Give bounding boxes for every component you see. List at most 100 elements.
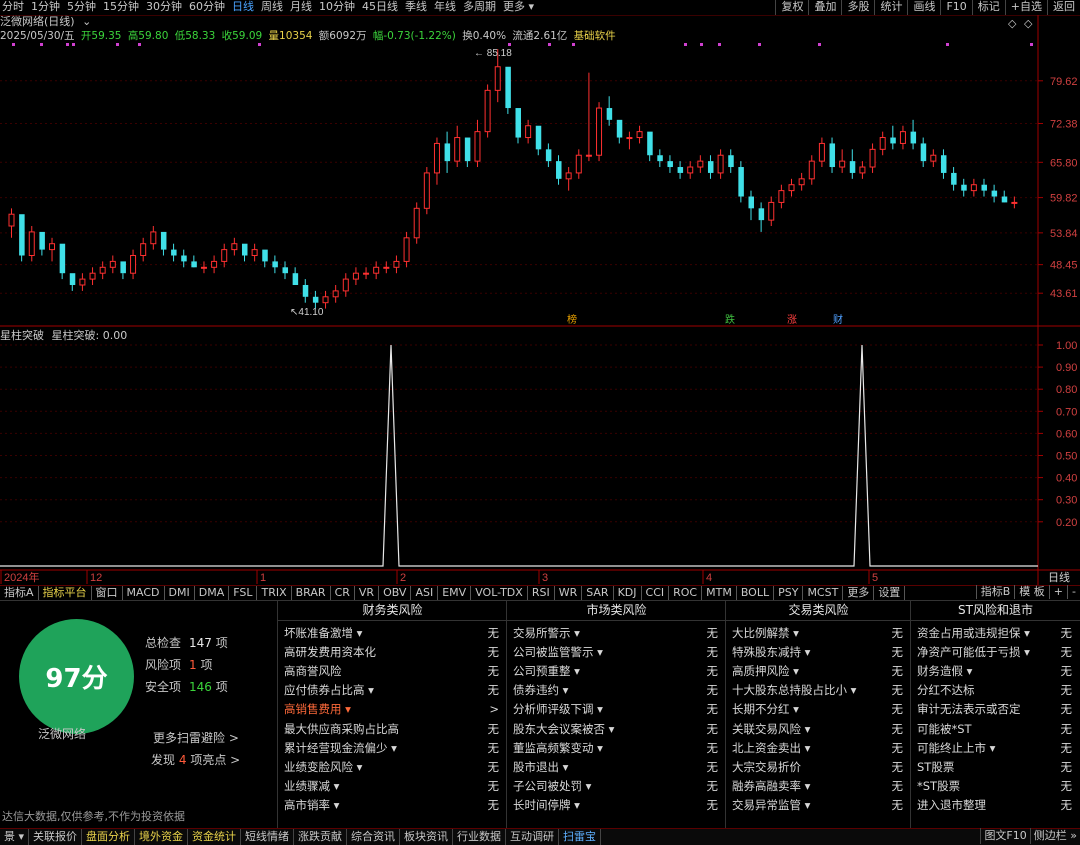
risk-item[interactable]: 业绩变脸风险 ▾ 无 (278, 757, 507, 776)
risk-item[interactable]: 公司被监管警示 ▾ 无 (507, 642, 726, 661)
indicator-tab[interactable]: WR (555, 586, 583, 600)
bottom-tab[interactable]: 境外资金 (135, 829, 189, 845)
bottom-tab[interactable]: 景 ▾ (0, 829, 30, 845)
risk-item[interactable]: 长时间停牌 ▾ 无 (507, 796, 726, 815)
risk-item[interactable]: 可能被*ST 无 (911, 719, 1080, 738)
risk-item[interactable]: 十大股东总持股占比小 ▾ 无 (726, 681, 911, 700)
indicator-tab[interactable]: ASI (411, 586, 439, 600)
indicator-tab[interactable]: MCST (803, 586, 844, 600)
risk-item[interactable]: 股东大会议案被否 ▾ 无 (507, 719, 726, 738)
indicator-tab[interactable]: ROC (669, 586, 703, 600)
risk-item[interactable]: 可能终止上市 ▾ 无 (911, 738, 1080, 757)
indicator-tab[interactable]: TRIX (257, 586, 292, 600)
indicator-tab[interactable]: VOL-TDX (471, 586, 528, 600)
risk-item-value: 无 (487, 625, 500, 640)
quote-high: 高59.80 (127, 30, 169, 42)
indicator-tab[interactable]: KDJ (614, 586, 642, 600)
indicator-y-tick: 1.00 (1056, 340, 1077, 352)
indicator-tab[interactable]: BRAR (292, 586, 331, 600)
risk-item[interactable]: 高质押风险 ▾ 无 (726, 661, 911, 680)
risk-item[interactable]: 累计经营现金流偏少 ▾ 无 (278, 738, 507, 757)
indicator-tab[interactable]: OBV (379, 586, 412, 600)
risk-item[interactable]: 关联交易风险 ▾ 无 (726, 719, 911, 738)
candle-body (728, 155, 734, 168)
highlights-link[interactable]: 发现 4 项亮点 > (151, 751, 240, 768)
risk-item[interactable]: 北上资金卖出 ▾ 无 (726, 738, 911, 757)
bottom-tab[interactable]: 资金统计 (188, 829, 242, 845)
indicator-tab[interactable]: 指标A (0, 586, 39, 600)
indicator-tab[interactable]: 指标平台 (39, 586, 92, 600)
risk-item[interactable]: 融券高融卖率 ▾ 无 (726, 777, 911, 796)
indicator-tab[interactable]: 窗口 (92, 586, 123, 600)
bottom-tab[interactable]: 综合资讯 (347, 829, 401, 845)
bottom-tab[interactable]: 行业数据 (453, 829, 507, 845)
bottom-tab[interactable]: 关联报价 (29, 829, 83, 845)
indicator-tab[interactable]: 设置 (874, 586, 906, 600)
risk-item[interactable]: 董监高频繁变动 ▾ 无 (507, 738, 726, 757)
indicator-tab[interactable]: DMA (195, 586, 230, 600)
bottom-tab[interactable]: 短线情绪 (241, 829, 295, 845)
risk-item[interactable]: 最大供应商采购占比高 无 (278, 719, 507, 738)
risk-item[interactable]: 股市退出 ▾ 无 (507, 757, 726, 776)
risk-item[interactable]: 债券违约 ▾ 无 (507, 681, 726, 700)
risk-item[interactable]: 特殊股东减持 ▾ 无 (726, 642, 911, 661)
quote-sector[interactable]: 基础软件 (574, 30, 616, 42)
risk-item[interactable]: 资金占用或违规担保 ▾ 无 (911, 623, 1080, 642)
risk-item[interactable]: *ST股票 无 (911, 777, 1080, 796)
candle-body (433, 142, 440, 174)
bottom-tab[interactable]: 扫雷宝 (559, 829, 602, 845)
risk-item[interactable]: 高研发费用资本化 无 (278, 642, 507, 661)
indicator-tab[interactable]: 更多 (843, 586, 875, 600)
indicator-tab[interactable]: CCI (642, 586, 670, 600)
risk-item[interactable]: 子公司被处罚 ▾ 无 (507, 777, 726, 796)
risk-item[interactable]: 交易异常监管 ▾ 无 (726, 796, 911, 815)
indicator-tab[interactable]: VR (355, 586, 380, 600)
bottom-tab[interactable]: 板块资讯 (400, 829, 454, 845)
bottom-right-button[interactable]: 图文F10 (980, 828, 1029, 844)
indicator-tab[interactable]: MACD (123, 586, 165, 600)
risk-item[interactable]: 审计无法表示或否定 无 (911, 700, 1080, 719)
bottom-tab[interactable]: 互动调研 (506, 829, 560, 845)
risk-item[interactable]: 高商誉风险 无 (278, 661, 507, 680)
indicator-tab[interactable]: SAR (582, 586, 614, 600)
risk-item[interactable]: 公司预重整 ▾ 无 (507, 661, 726, 680)
risk-item[interactable]: 净资产可能低于亏损 ▾ 无 (911, 642, 1080, 661)
indicator-tabs-right: 指标B 模 板 + - (975, 585, 1080, 599)
risk-item[interactable]: 应付债券占比高 ▾ 无 (278, 681, 507, 700)
risk-item[interactable]: 进入退市整理 无 (911, 796, 1080, 815)
indicator-tab[interactable]: FSL (229, 586, 258, 600)
candle-body (778, 190, 785, 203)
risk-item[interactable]: 长期不分红 ▾ 无 (726, 700, 911, 719)
kline-chart[interactable]: 79.62 72.38 65.80 59.82 53.84 48.45 43.61 ← 85.… (0, 0, 1080, 600)
risk-item[interactable]: 财务造假 ▾ 无 (911, 661, 1080, 680)
indicator-y-tick: 0.50 (1056, 451, 1077, 463)
stat-safe: 安全项 146 项 (145, 678, 228, 695)
bottom-right-button[interactable]: 侧边栏 » (1029, 828, 1080, 844)
chevron-down-icon[interactable]: ⌄ (82, 15, 91, 28)
risk-item[interactable]: ST股票 无 (911, 757, 1080, 776)
risk-item[interactable]: 高销售费用 ▾ > (278, 700, 507, 719)
risk-item[interactable]: 业绩骤减 ▾ 无 (278, 777, 507, 796)
indicator-tab[interactable]: DMI (165, 586, 195, 600)
risk-item[interactable]: 坏账准备激增 ▾ 无 (278, 623, 507, 642)
bottom-tab[interactable]: 盘面分析 (82, 829, 136, 845)
indicator-tab[interactable]: RSI (528, 586, 555, 600)
risk-item[interactable]: 大比例解禁 ▾ 无 (726, 623, 911, 642)
risk-item[interactable]: 交易所警示 ▾ 无 (507, 623, 726, 642)
indicator-tab-right[interactable]: 模 板 (1014, 585, 1049, 599)
indicator-tab-right[interactable]: 指标B (975, 585, 1015, 599)
indicator-tab-right[interactable]: + (1048, 585, 1067, 599)
indicator-tab[interactable]: EMV (438, 586, 472, 600)
candle-body (687, 166, 694, 174)
indicator-tab[interactable]: BOLL (737, 586, 775, 600)
risk-item[interactable]: 分析师评级下调 ▾ 无 (507, 700, 726, 719)
risk-item[interactable]: 分红不达标 无 (911, 681, 1080, 700)
risk-item[interactable]: 高市销率 ▾ 无 (278, 796, 507, 815)
indicator-tab[interactable]: PSY (774, 586, 804, 600)
more-scan-link[interactable]: 更多扫雷避险 > (153, 729, 239, 746)
risk-item[interactable]: 大宗交易折价 无 (726, 757, 911, 776)
indicator-tab[interactable]: CR (331, 586, 355, 600)
indicator-tab-right[interactable]: - (1067, 585, 1080, 599)
indicator-tab[interactable]: MTM (702, 586, 737, 600)
bottom-tab[interactable]: 涨跌贡献 (294, 829, 348, 845)
